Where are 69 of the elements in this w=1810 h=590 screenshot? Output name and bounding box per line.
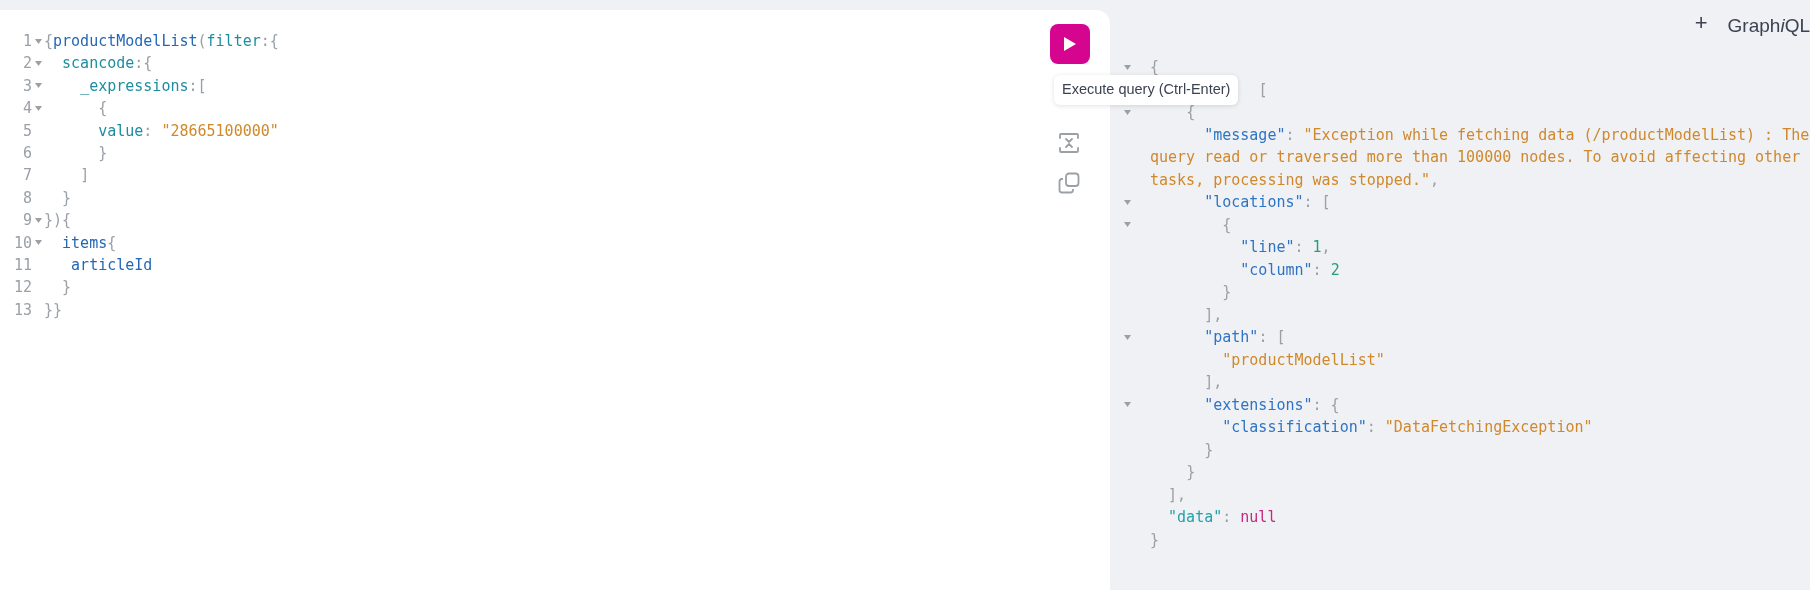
result-line: "column": 2 bbox=[1240, 259, 1340, 281]
result-line: "productModelList" bbox=[1222, 349, 1385, 371]
fold-icon[interactable] bbox=[1124, 64, 1131, 70]
line-number: 3 bbox=[21, 75, 32, 97]
code-line: items{ bbox=[62, 232, 117, 254]
line-number: 12 bbox=[12, 277, 32, 299]
code-line: articleId bbox=[71, 254, 153, 276]
fold-icon[interactable] bbox=[1124, 222, 1131, 228]
code-line: ] bbox=[80, 165, 90, 187]
code-line: scancode:{ bbox=[62, 53, 153, 75]
result-line: } bbox=[1150, 529, 1160, 551]
fold-icon[interactable] bbox=[34, 61, 42, 67]
result-line: ], bbox=[1168, 484, 1187, 506]
result-line: [ bbox=[1258, 79, 1268, 101]
line-number: 6 bbox=[21, 142, 32, 164]
copy-icon bbox=[1058, 172, 1080, 194]
code-line: }} bbox=[44, 299, 63, 321]
line-number: 7 bbox=[21, 165, 32, 187]
result-line: "message": "Exception while fetching data (/productModelList) : The bbox=[1204, 124, 1810, 146]
code-line: } bbox=[62, 187, 72, 209]
line-number: 9 bbox=[21, 210, 32, 232]
fold-icon[interactable] bbox=[34, 38, 42, 44]
line-number: 1 bbox=[21, 31, 32, 52]
fold-icon[interactable] bbox=[1124, 402, 1131, 408]
result-line: "locations": [ bbox=[1204, 192, 1331, 213]
code-line: } bbox=[62, 277, 72, 299]
line-number: 2 bbox=[21, 53, 32, 75]
copy-button[interactable] bbox=[1058, 172, 1082, 196]
code-line: value: "28665100000" bbox=[98, 120, 279, 142]
line-number: 11 bbox=[12, 254, 32, 276]
fold-icon[interactable] bbox=[1124, 334, 1131, 340]
result-line: } bbox=[1222, 282, 1232, 303]
line-number: 8 bbox=[21, 187, 32, 209]
result-line: query read or traversed more than 100000 nodes. To avoid affecting other bbox=[1150, 147, 1801, 168]
result-line: "line": 1, bbox=[1240, 237, 1331, 258]
line-number: 10 bbox=[12, 232, 32, 254]
code-line: } bbox=[98, 142, 108, 164]
fold-icon[interactable] bbox=[34, 217, 42, 223]
result-line: { bbox=[1186, 102, 1196, 123]
result-line: } bbox=[1204, 439, 1214, 461]
play-icon bbox=[1063, 36, 1077, 52]
result-line: "path": [ bbox=[1204, 327, 1286, 348]
result-line: "extensions": { bbox=[1204, 394, 1340, 416]
result-line: tasks, processing was stopped.", bbox=[1150, 169, 1439, 191]
result-line: { bbox=[1150, 57, 1160, 78]
fold-icon[interactable] bbox=[1124, 199, 1131, 205]
code-line: {productModelList(filter:{ bbox=[44, 31, 279, 52]
tooltip: Execute query (Ctrl-Enter) bbox=[1054, 75, 1239, 105]
line-number: 4 bbox=[21, 98, 32, 120]
result-line: "data": null bbox=[1168, 507, 1277, 528]
fold-icon[interactable] bbox=[34, 240, 42, 246]
code-line: _expressions:[ bbox=[80, 75, 207, 97]
prettify-icon bbox=[1058, 132, 1080, 154]
fold-icon[interactable] bbox=[1124, 109, 1131, 115]
prettify-button[interactable] bbox=[1058, 132, 1082, 156]
result-line: { bbox=[1222, 214, 1232, 236]
add-tab-button[interactable]: + bbox=[1690, 12, 1712, 34]
fold-icon[interactable] bbox=[34, 105, 42, 111]
result-line: "classification": "DataFetchingException" bbox=[1222, 417, 1593, 438]
run-button[interactable] bbox=[1050, 24, 1090, 64]
result-line: } bbox=[1186, 462, 1196, 483]
fold-icon[interactable] bbox=[34, 83, 42, 89]
line-number: 13 bbox=[12, 299, 32, 321]
code-line: { bbox=[98, 98, 108, 120]
result-line: ], bbox=[1204, 372, 1223, 393]
code-line: }){ bbox=[44, 210, 72, 232]
line-number: 5 bbox=[21, 120, 32, 142]
app-title: GraphiQL bbox=[1727, 14, 1810, 38]
result-line: ], bbox=[1204, 304, 1223, 326]
